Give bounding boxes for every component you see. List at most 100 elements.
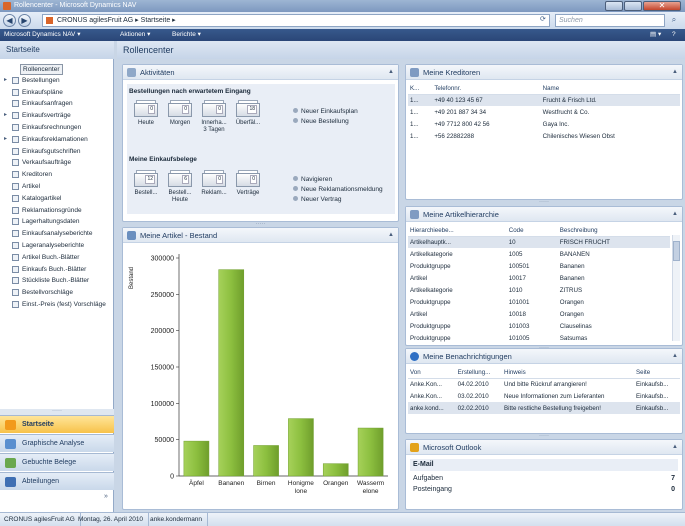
cue-tile[interactable]: 0 Innerha... 3 Tagen xyxy=(199,100,229,134)
table-row[interactable]: Produktgruppe 100501 Bananen xyxy=(408,260,670,272)
bar[interactable] xyxy=(183,440,210,477)
action-link[interactable]: Neuer Vertrag xyxy=(293,196,341,204)
nav-item[interactable]: Einkaufsanfragen xyxy=(0,98,114,109)
table-row[interactable]: Produktgruppe 101001 Orangen xyxy=(408,296,670,308)
column-header[interactable]: Erstellung... xyxy=(455,367,503,379)
collapse-icon[interactable]: ▲ xyxy=(672,349,678,364)
table-row[interactable]: Anke.Kon... 04.02.2010 Und bitte Rückruf a… xyxy=(408,378,680,390)
part-splitter[interactable]: ····· xyxy=(405,199,683,205)
expand-icon[interactable]: ▸ xyxy=(4,75,7,86)
table-row[interactable]: 1... +49 7712 800 42 56 Gaya Inc. xyxy=(408,118,680,130)
scrollbar-thumb[interactable] xyxy=(673,241,680,261)
cue-tile[interactable]: 0 Reklam... xyxy=(199,170,229,197)
search-input[interactable]: Suchen xyxy=(555,14,665,27)
expand-icon[interactable]: ▸ xyxy=(4,134,7,145)
collapse-icon[interactable]: ▲ xyxy=(388,228,394,243)
nav-item[interactable]: Einkaufsrechnungen xyxy=(0,122,114,133)
view-menu-icon[interactable]: ▤ ▾ xyxy=(650,29,661,41)
nav-item[interactable]: Einkaufsgutschriften xyxy=(0,146,114,157)
maximize-button[interactable] xyxy=(624,1,642,11)
collapse-icon[interactable]: ▲ xyxy=(672,207,678,222)
column-header[interactable]: Seite xyxy=(634,367,680,379)
table-row[interactable]: 1... +49 40 123 45 67 Frucht & Frisch Ltd. xyxy=(408,94,680,106)
nav-group-button[interactable]: Graphische Analyse xyxy=(0,434,114,452)
nav-item[interactable]: Bestellvorschläge xyxy=(0,287,114,298)
actions-menu[interactable]: Aktionen ▾ xyxy=(120,29,150,41)
nav-item[interactable]: Einkaufspläne xyxy=(0,87,114,98)
nav-item[interactable]: Einkaufs Buch.-Blätter xyxy=(0,264,114,275)
app-menu[interactable]: Microsoft Dynamics NAV ▾ xyxy=(4,29,80,41)
column-header[interactable]: Hinweis xyxy=(502,367,635,379)
table-row[interactable]: Artikel 10017 Bananen xyxy=(408,272,670,284)
reports-menu[interactable]: Berichte ▾ xyxy=(172,29,201,41)
close-button[interactable]: ✕ xyxy=(643,1,681,11)
cue-tile[interactable]: 12 Bestell... xyxy=(131,170,161,197)
nav-item[interactable]: ▸ Bestellungen xyxy=(0,75,114,86)
cue-tile[interactable]: 18 Überfäl... xyxy=(233,100,263,127)
nav-item[interactable]: Artikel xyxy=(0,181,114,192)
table-row[interactable]: Artikel 10018 Orangen xyxy=(408,308,670,320)
nav-item[interactable]: Reklamationsgründe xyxy=(0,205,114,216)
nav-item[interactable]: Artikel Buch.-Blätter xyxy=(0,252,114,263)
nav-item[interactable]: Lageranalyseberichte xyxy=(0,240,114,251)
help-icon[interactable]: ? xyxy=(672,29,676,41)
nav-item[interactable]: Einkaufsanalyseberichte xyxy=(0,228,114,239)
cue-tile[interactable]: 0 Morgen xyxy=(165,100,195,127)
column-header[interactable]: Von xyxy=(408,367,456,379)
minimize-button[interactable] xyxy=(605,1,623,11)
nav-group-button[interactable]: Gebuchte Belege xyxy=(0,453,114,471)
cue-tile[interactable]: 0 Verträge xyxy=(233,170,263,197)
outlook-row[interactable]: Aufgaben 7 xyxy=(413,475,675,485)
breadcrumb[interactable]: CRONUS agilesFruit AG ▸ Startseite ▸ xyxy=(42,14,550,27)
table-row[interactable]: Anke.Kon... 03.02.2010 Neue Informationen … xyxy=(408,390,680,402)
nav-item[interactable]: Rollencenter xyxy=(0,63,114,75)
column-header[interactable]: Name xyxy=(540,83,680,95)
action-link[interactable]: Neue Bestellung xyxy=(293,118,349,126)
configure-buttons-icon[interactable]: » xyxy=(104,493,108,500)
scrollbar[interactable] xyxy=(672,235,680,341)
table-row[interactable]: Produktgruppe 101005 Satsumas xyxy=(408,332,670,344)
refresh-icon[interactable]: ⟳ xyxy=(540,15,546,23)
nav-item[interactable]: Einst.-Preis (fest) Vorschläge xyxy=(0,299,114,310)
cue-tile[interactable]: 6 Bestell... Heute xyxy=(165,170,195,204)
nav-item[interactable]: ▸ Einkaufsverträge xyxy=(0,110,114,121)
column-header[interactable]: Beschreibung xyxy=(557,225,670,237)
bar[interactable] xyxy=(357,427,384,477)
cue-tile[interactable]: 0 Heute xyxy=(131,100,161,127)
column-header[interactable]: Hierarchieebe... xyxy=(408,225,507,237)
column-header[interactable]: Telefonnr. xyxy=(432,83,541,95)
nav-group-button[interactable]: Startseite xyxy=(0,415,114,433)
forward-button[interactable]: ▶ xyxy=(18,14,31,27)
action-link[interactable]: Navigieren xyxy=(293,176,332,184)
table-row[interactable]: Artikelhauptk... 10 FRISCH FRUCHT xyxy=(408,236,670,248)
outlook-row[interactable]: Posteingang 0 xyxy=(413,486,675,496)
list-icon xyxy=(12,230,19,238)
table-row[interactable]: anke.kond... 02.02.2010 Bitte restliche Be… xyxy=(408,402,680,414)
bar[interactable] xyxy=(253,445,279,477)
search-icon[interactable]: ⌕ xyxy=(668,15,680,26)
action-link[interactable]: Neue Reklamationsmeldung xyxy=(293,186,383,194)
collapse-icon[interactable]: ▲ xyxy=(672,440,678,455)
nav-item[interactable]: Katalogartikel xyxy=(0,193,114,204)
nav-item[interactable]: Stückliste Buch.-Blätter xyxy=(0,275,114,286)
bar[interactable] xyxy=(288,418,314,477)
bar[interactable] xyxy=(322,463,349,477)
nav-item[interactable]: Kreditoren xyxy=(0,169,114,180)
table-row[interactable]: 1... +56 22882288 Chilenisches Wiesen Obst xyxy=(408,130,680,142)
back-button[interactable]: ◀ xyxy=(3,14,16,27)
nav-item[interactable]: Verkaufsaufträge xyxy=(0,157,114,168)
nav-item[interactable]: Lagerhaltungsdaten xyxy=(0,216,114,227)
collapse-icon[interactable]: ▲ xyxy=(388,65,394,80)
column-header[interactable]: Code xyxy=(506,225,558,237)
table-row[interactable]: 1... +49 201 887 34 34 Westfrucht & Co. xyxy=(408,106,680,118)
nav-item[interactable]: ▸ Einkaufsreklamationen xyxy=(0,134,114,145)
action-link[interactable]: Neuer Einkaufsplan xyxy=(293,108,358,116)
nav-group-button[interactable]: Abteilungen xyxy=(0,472,114,490)
table-row[interactable]: Artikelkategorie 1005 BANANEN xyxy=(408,248,670,260)
table-row[interactable]: Artikelkategorie 1010 ZITRUS xyxy=(408,284,670,296)
bar[interactable] xyxy=(218,269,245,477)
expand-icon[interactable]: ▸ xyxy=(4,110,7,121)
table-row[interactable]: Produktgruppe 101003 Clauselinas xyxy=(408,320,670,332)
column-header[interactable]: K... xyxy=(408,83,433,95)
collapse-icon[interactable]: ▲ xyxy=(672,65,678,80)
